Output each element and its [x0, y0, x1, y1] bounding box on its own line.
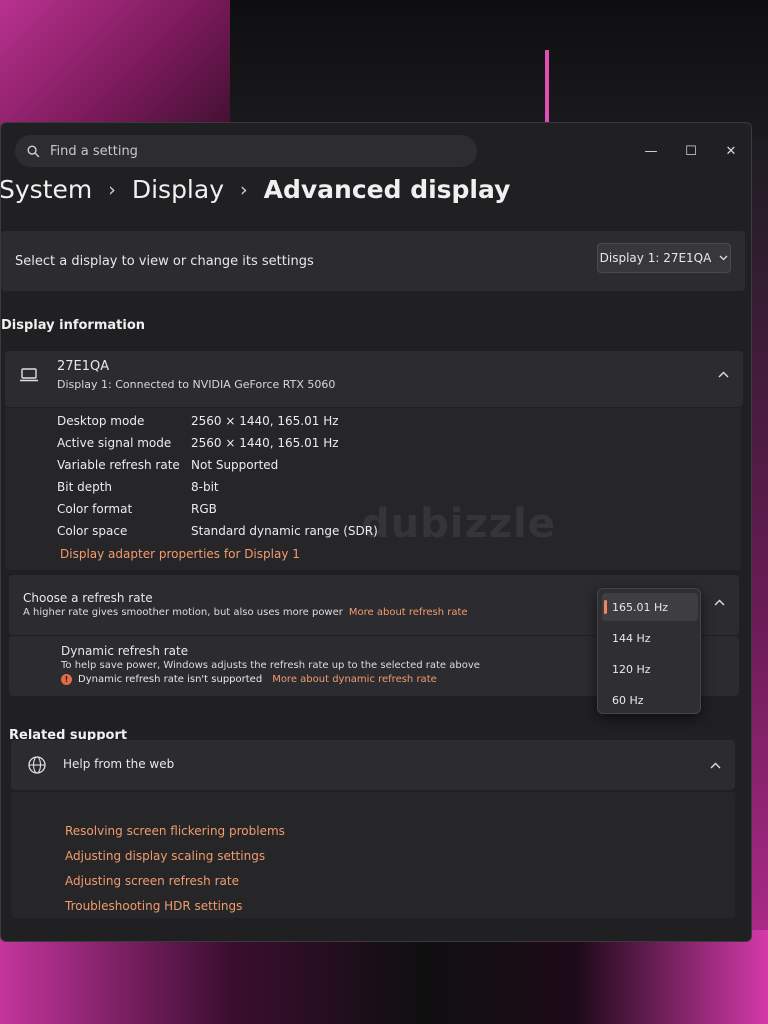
display-information-heading: Display information [1, 318, 146, 333]
monitor-connection: Display 1: Connected to NVIDIA GeForce R… [57, 378, 336, 391]
info-key: Desktop mode [57, 414, 145, 428]
select-display-card: Select a display to view or change its s… [1, 231, 745, 291]
maximize-button[interactable]: ☐ [671, 139, 711, 163]
laptop-icon [20, 368, 38, 382]
globe-icon [28, 756, 46, 774]
background-dark [230, 0, 768, 140]
search-icon [27, 145, 40, 157]
help-link-refresh-rate[interactable]: Adjusting screen refresh rate [65, 874, 239, 888]
dynamic-refresh-title: Dynamic refresh rate [61, 644, 189, 658]
breadcrumb-display[interactable]: Display [132, 175, 224, 204]
info-row-variable-refresh-rate: Variable refresh rate Not Supported [57, 458, 278, 472]
refresh-rate-description: A higher rate gives smoother motion, but… [23, 607, 468, 618]
display-select-dropdown[interactable]: Display 1: 27E1QA [597, 243, 731, 273]
info-row-color-format: Color format RGB [57, 502, 217, 516]
dynamic-refresh-description: To help save power, Windows adjusts the … [61, 660, 480, 671]
info-value: RGB [191, 502, 217, 516]
display-select-value: Display 1: 27E1QA [599, 251, 712, 265]
warning-icon: ! [61, 674, 72, 685]
background-light-streak [545, 50, 549, 130]
help-link-scaling[interactable]: Adjusting display scaling settings [65, 849, 265, 863]
refresh-rate-title: Choose a refresh rate [23, 591, 153, 605]
window-controls: — ☐ ✕ [631, 139, 751, 163]
search-placeholder: Find a setting [50, 143, 138, 159]
info-value: 2560 × 1440, 165.01 Hz [191, 414, 339, 428]
breadcrumb-separator-icon: › [108, 178, 116, 201]
refresh-rate-option[interactable]: 144 Hz [602, 624, 698, 652]
display-adapter-properties-link[interactable]: Display adapter properties for Display 1 [60, 547, 300, 561]
refresh-rate-option[interactable]: 165.01 Hz [602, 593, 698, 621]
minimize-button[interactable]: — [631, 139, 671, 163]
refresh-rate-option[interactable]: 120 Hz [602, 655, 698, 683]
breadcrumb-system[interactable]: System [1, 175, 92, 204]
help-from-web-title: Help from the web [63, 757, 175, 771]
close-button[interactable]: ✕ [711, 139, 751, 163]
chevron-down-icon [719, 255, 728, 261]
help-link-flickering[interactable]: Resolving screen flickering problems [65, 824, 285, 838]
more-about-refresh-rate-link[interactable]: More about refresh rate [349, 607, 468, 618]
info-value: 8-bit [191, 480, 219, 494]
display-info-header[interactable]: 27E1QA Display 1: Connected to NVIDIA Ge… [5, 351, 743, 407]
chevron-up-icon[interactable] [710, 762, 721, 769]
monitor-name: 27E1QA [57, 359, 110, 374]
more-about-dynamic-refresh-link[interactable]: More about dynamic refresh rate [272, 674, 437, 685]
info-row-active-signal-mode: Active signal mode 2560 × 1440, 165.01 H… [57, 436, 339, 450]
info-row-desktop-mode: Desktop mode 2560 × 1440, 165.01 Hz [57, 414, 339, 428]
chevron-up-icon[interactable] [718, 371, 729, 378]
breadcrumb: System › Display › Advanced display [1, 175, 511, 204]
page-title: Advanced display [263, 175, 511, 204]
info-value: 2560 × 1440, 165.01 Hz [191, 436, 339, 450]
breadcrumb-separator-icon: › [240, 178, 248, 201]
help-links-panel: Resolving screen flickering problems Adj… [11, 792, 735, 918]
info-key: Bit depth [57, 480, 113, 494]
info-key: Color space [57, 524, 128, 538]
refresh-rate-option[interactable]: 60 Hz [602, 686, 698, 714]
info-row-bit-depth: Bit depth 8-bit [57, 480, 219, 494]
watermark-logo: dubizzle [361, 501, 556, 547]
info-key: Color format [57, 502, 133, 516]
background-glow-bottom [0, 930, 768, 1024]
info-key: Variable refresh rate [57, 458, 180, 472]
select-display-label: Select a display to view or change its s… [15, 253, 314, 269]
settings-window: Find a setting — ☐ ✕ System › Display › … [0, 122, 752, 942]
dynamic-refresh-warning: ! Dynamic refresh rate isn't supported M… [61, 674, 437, 685]
refresh-rate-dropdown-menu: 165.01 Hz 144 Hz 120 Hz 60 Hz [597, 588, 701, 714]
warning-text: Dynamic refresh rate isn't supported [78, 674, 263, 685]
refresh-rate-description-text: A higher rate gives smoother motion, but… [23, 607, 343, 618]
search-box[interactable]: Find a setting [15, 135, 477, 167]
info-value: Standard dynamic range (SDR) [191, 524, 378, 538]
chevron-up-icon[interactable] [714, 599, 725, 606]
info-key: Active signal mode [57, 436, 172, 450]
help-from-web-header[interactable]: Help from the web [11, 740, 735, 790]
info-row-color-space: Color space Standard dynamic range (SDR) [57, 524, 378, 538]
help-link-hdr[interactable]: Troubleshooting HDR settings [65, 899, 242, 913]
info-value: Not Supported [191, 458, 279, 472]
